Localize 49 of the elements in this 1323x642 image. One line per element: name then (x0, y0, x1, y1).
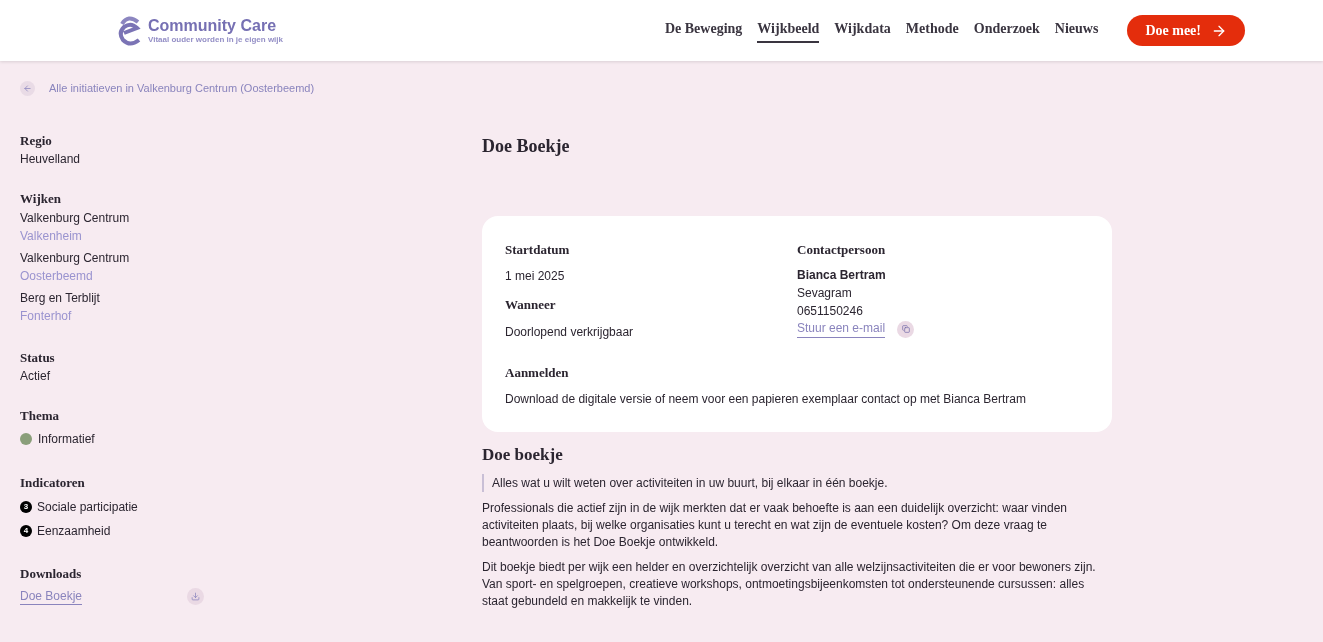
article-heading: Doe boekje (482, 444, 564, 466)
back-link[interactable]: Alle initiatieven in Valkenburg Centrum (Oosterbeemd) (20, 80, 1303, 97)
download-icon[interactable] (187, 587, 204, 605)
section-heading: Wijken (20, 190, 62, 208)
wijk-link[interactable]: Oosterbeemd (20, 266, 482, 285)
cta-button[interactable]: Doe mee! (1127, 15, 1245, 46)
section-heading: Startdatum (505, 240, 571, 259)
section-heading: Indicatoren (20, 473, 86, 492)
indicator-label: Sociale participatie (37, 499, 138, 516)
section-heading: Wanneer (505, 296, 557, 314)
section-heading: Regio (20, 131, 53, 150)
theme-label: Informatief (38, 430, 95, 448)
section-value: Actief (20, 368, 51, 385)
download-link[interactable]: Doe Boekje (20, 587, 83, 605)
section-value: Heuvelland (20, 151, 82, 168)
nav-link[interactable]: Nieuws (1054, 18, 1099, 43)
section-value: Doorlopend verkrijgbaar (505, 323, 635, 341)
email-link[interactable]: Stuur een e-mail (797, 320, 886, 338)
place-name: Valkenburg Centrum (20, 209, 131, 227)
section-heading: Aanmelden (505, 363, 570, 382)
section-value: 1 mei 2025 (505, 268, 566, 285)
section-value: Download de digitale versie of neem voor een papieren exemplaar contact op met Bianca Bertram (505, 391, 1027, 408)
nav-link[interactable]: Wijkbeeld (757, 18, 820, 43)
copy-icon[interactable] (897, 320, 915, 338)
nav-link[interactable]: Onderzoek (973, 18, 1040, 43)
contact-organisation: Sevagram (797, 285, 853, 302)
place-name: Valkenburg Centrum (20, 249, 131, 267)
place-name: Berg en Terblijt (20, 289, 101, 307)
section-heading: Status (20, 348, 56, 367)
logo-icon (118, 15, 142, 46)
article-paragraph: Dit boekje biedt per wijk een helder en overzichtelijk overzicht van alle welzijnsactiviteiten die er voor bewoners zijn. Van sport- en spelgroepen, creatieve workshops, ontmoetingsbijeenkomsten tot ondersteunende cursussen: alles staat gebundeld en makkelijk te vinden. (482, 558, 1097, 610)
page-title: Doe Boekje (482, 134, 571, 158)
indicator-number: 4 (20, 525, 32, 537)
contact-name: Bianca Bertram (797, 267, 887, 284)
article-quote: Alles wat u wilt weten over activiteiten in uw buurt, bij elkaar in één boekje. (482, 473, 1112, 492)
section-heading: Downloads (20, 565, 83, 583)
article-paragraph: Professionals die actief zijn in de wijk merkten dat er vaak behoefte is aan een duidelijk overzicht: waar vinden activiteiten plaats, bij welke organisaties kunt u terecht en wat zijn de eventuele kosten? Om deze vraag te beantwoorden is het Doe Boekje ontwikkeld. (482, 499, 1068, 551)
logo-tagline: Vitaal ouder worden in je eigen wijk (148, 35, 283, 44)
section-heading: Thema (20, 407, 60, 425)
nav-link[interactable]: De Beweging (664, 18, 743, 43)
logo-name: Community Care (148, 17, 278, 34)
contact-phone: 0651150246 (797, 303, 864, 320)
nav-link[interactable]: Wijkdata (834, 18, 891, 43)
section-heading: Contactpersoon (797, 240, 887, 259)
wijk-link[interactable]: Valkenheim (20, 226, 482, 245)
wijk-link[interactable]: Fonterhof (20, 306, 482, 325)
nav-link[interactable]: Methode (905, 18, 959, 43)
indicator-label: Eenzaamheid (37, 523, 111, 540)
indicator-number: 3 (20, 501, 32, 513)
